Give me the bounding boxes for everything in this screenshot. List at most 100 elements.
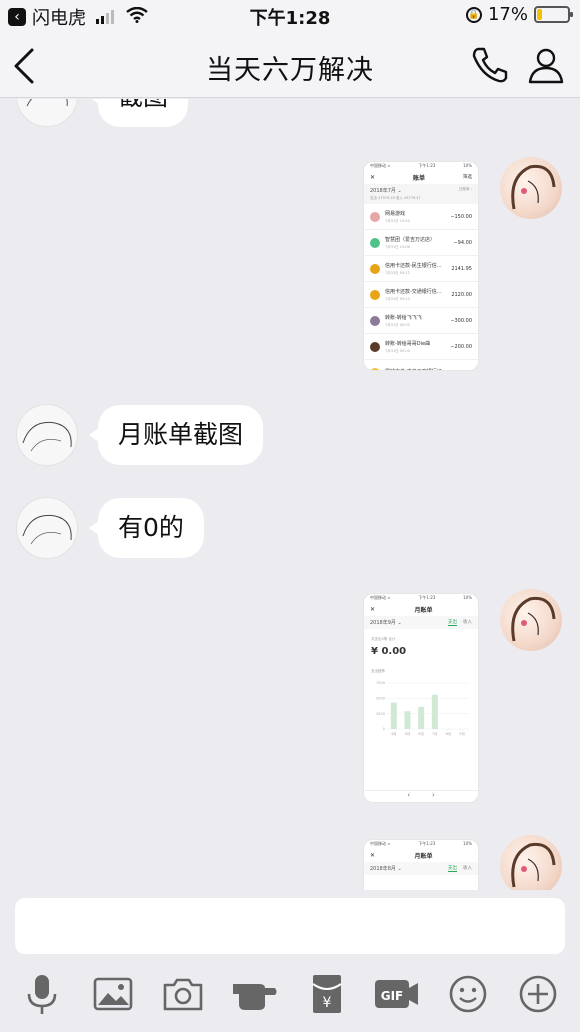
- emoji-icon[interactable]: [446, 972, 490, 1016]
- mini-merchant-icon: [370, 263, 380, 274]
- mini-transaction-name: 信用卡还款-交通银行信...: [385, 288, 442, 295]
- mini-status-battery: 10%: [463, 841, 472, 846]
- mini-transaction-row: 转账-转给哥哥Die曲 7月31日 00:00 −200.00: [364, 334, 478, 360]
- mini-month: 2018年9月 ⌄: [370, 620, 402, 626]
- mini-transaction-date: 7月31日 00:02: [385, 322, 410, 327]
- mini-tab-income: 收入: [463, 866, 472, 871]
- mini-transaction-date: 7月31日 09:12: [385, 270, 410, 275]
- mini-transaction-row: 信用卡还款-交通银行信... 7月31日 09:10 2120.00: [364, 282, 478, 308]
- user-icon[interactable]: [527, 46, 565, 84]
- mini-transaction-date: 7月31日 13:44: [385, 218, 410, 223]
- image-message-monthly-bill[interactable]: 中国移动 ≈ 下午1:23 10% ✕ 月账单 2018年9月 ⌄ 支出 收入 共支出0…: [363, 593, 479, 803]
- mini-tab-income: 收入: [463, 620, 472, 625]
- mini-chart-bar: [404, 711, 411, 729]
- image-icon[interactable]: [91, 972, 135, 1016]
- mini-transaction-row: 智慧团（爱吉万达店） 7月31日 15:06 −94.00: [364, 230, 478, 256]
- mini-trend-label: 支出趋势: [371, 669, 385, 673]
- battery-icon: [534, 6, 573, 23]
- mini-transaction-row: 网易游戏 7月31日 13:44 −150.00: [364, 204, 478, 230]
- avatar[interactable]: [500, 157, 562, 219]
- avatar[interactable]: [16, 404, 78, 466]
- mini-status-carrier: 中国移动 ≈: [370, 163, 391, 168]
- mini-title: 月账单: [414, 606, 433, 614]
- mini-chart-x-tick: 9月: [459, 731, 465, 736]
- mini-merchant-icon: [370, 289, 380, 300]
- mini-chart-y-tick: 7500: [376, 681, 385, 685]
- mini-chart-y-tick: 5000: [376, 697, 385, 701]
- mini-close-icon: ✕: [370, 173, 376, 181]
- message-input[interactable]: [15, 898, 565, 954]
- microphone-icon[interactable]: [20, 972, 64, 1016]
- mini-status-time: 下午1:23: [418, 595, 436, 600]
- mini-chart-x-tick: 8月: [446, 731, 452, 736]
- mini-transaction-name: 转账-转给哥哥Die曲: [385, 340, 431, 347]
- mini-merchant-icon: [370, 211, 380, 222]
- gif-icon[interactable]: GIF: [372, 972, 420, 1016]
- mini-status-carrier: 中国移动 ≈: [370, 595, 391, 600]
- plus-icon[interactable]: [516, 972, 560, 1016]
- battery-percent: 17%: [487, 4, 528, 25]
- mini-merchant-icon: [370, 315, 380, 326]
- mini-chart-bar: [390, 702, 397, 729]
- mini-transaction-date: 7月31日 15:06: [385, 244, 410, 249]
- mini-chart-x-tick: 7月: [432, 731, 438, 736]
- phone-icon[interactable]: [470, 46, 510, 84]
- mini-chart-bar: [418, 706, 425, 729]
- poke-hand-icon[interactable]: [231, 972, 279, 1016]
- message-list[interactable]: 截图 中国移动 ≈ 下午1:23 10% ✕ 账单 筛选 2018年7月 ⌄ 日账单 › …: [0, 99, 580, 890]
- message-bubble[interactable]: 有0的: [89, 498, 204, 558]
- input-toolbar: ¥ GIF: [0, 962, 580, 1032]
- mini-next-month: ›: [432, 791, 435, 799]
- message-bubble[interactable]: 月账单截图: [88, 405, 264, 465]
- mini-close-icon: ✕: [370, 851, 376, 859]
- mini-month: 2018年7月 ⌄: [370, 188, 402, 194]
- mini-transaction-list: 网易游戏 7月31日 13:44 −150.00 智慧团（爱吉万达店） 7月31日 15…: [364, 204, 478, 371]
- message-bubble[interactable]: 截图: [88, 99, 189, 127]
- mini-transaction-amount: 2141.95: [451, 265, 472, 272]
- mini-title: 账单: [413, 174, 426, 182]
- avatar[interactable]: [500, 589, 562, 651]
- image-message-bill[interactable]: 中国移动 ≈ 下午1:23 10% ✕ 账单 筛选 2018年7月 ⌄ 日账单 › 支出 …: [363, 161, 479, 371]
- avatar[interactable]: [16, 497, 78, 559]
- mini-tab-expense: 支出: [448, 620, 457, 626]
- avatar[interactable]: [16, 99, 78, 127]
- mini-transaction-row: 信用卡还款-民生银行信... 7月31日 09:12 2141.95: [364, 256, 478, 282]
- orientation-lock-icon: 🔒: [465, 6, 482, 23]
- battery-fill: [537, 9, 542, 20]
- mini-chart-x-tick: 4月: [391, 731, 397, 736]
- mini-transaction-row: 零钱充值-来自工商银行(3... 657.00: [364, 360, 478, 371]
- mini-status-time: 下午1:23: [418, 163, 436, 168]
- mini-merchant-icon: [370, 341, 380, 352]
- mini-transaction-amount: −94.00: [453, 239, 472, 246]
- mini-summary-label: 共支出0笔 合计: [371, 637, 396, 641]
- mini-transaction-name: 网易游戏: [385, 210, 406, 217]
- mini-status-time: 下午1:23: [418, 841, 436, 846]
- mini-transaction-name: 信用卡还款-民生银行信...: [385, 262, 442, 269]
- mini-transaction-name: 智慧团（爱吉万达店）: [385, 236, 436, 243]
- mini-chart-y-tick: 2500: [376, 712, 385, 716]
- mini-transaction-amount: 657.00: [455, 370, 473, 371]
- red-packet-icon[interactable]: ¥: [305, 972, 349, 1016]
- mini-title: 月账单: [414, 852, 433, 860]
- mini-close-icon: ✕: [370, 605, 376, 613]
- mini-prev-month: ‹: [407, 791, 410, 799]
- svg-text:GIF: GIF: [381, 989, 404, 1003]
- mini-chart-bar: [431, 694, 438, 729]
- mini-transaction-amount: −300.00: [450, 317, 472, 324]
- mini-transaction-amount: 2120.00: [451, 291, 472, 298]
- mini-transaction-amount: −200.00: [450, 343, 472, 350]
- mini-status-battery: 10%: [463, 595, 472, 600]
- mini-trend-chart: 7500 5000 2500 0 4月 5月 6月 7月 8月 9月: [376, 681, 469, 736]
- mini-transaction-amount: −150.00: [450, 213, 472, 220]
- mini-month: 2018年8月 ⌄: [370, 866, 402, 872]
- avatar[interactable]: [500, 835, 562, 890]
- mini-chart-x-tick: 5月: [405, 731, 411, 736]
- mini-daily-link: 日账单 ›: [458, 187, 472, 191]
- mini-transaction-name: 转账-转给飞飞飞: [385, 314, 422, 321]
- mini-transaction-name: 零钱充值-来自工商银行(3...: [385, 369, 447, 370]
- image-message-monthly-bill-aug[interactable]: 中国移动 ≈ 下午1:23 10% ✕ 月账单 2018年8月 ⌄ 支出 收入: [363, 839, 479, 890]
- status-bar: ‹ 闪电虎 下午1:28 🔒 17%: [0, 0, 580, 32]
- mini-status-battery: 10%: [463, 163, 472, 168]
- camera-icon[interactable]: [161, 972, 205, 1016]
- mini-summary: 支出 47979.29 收入 45776.47: [370, 196, 421, 200]
